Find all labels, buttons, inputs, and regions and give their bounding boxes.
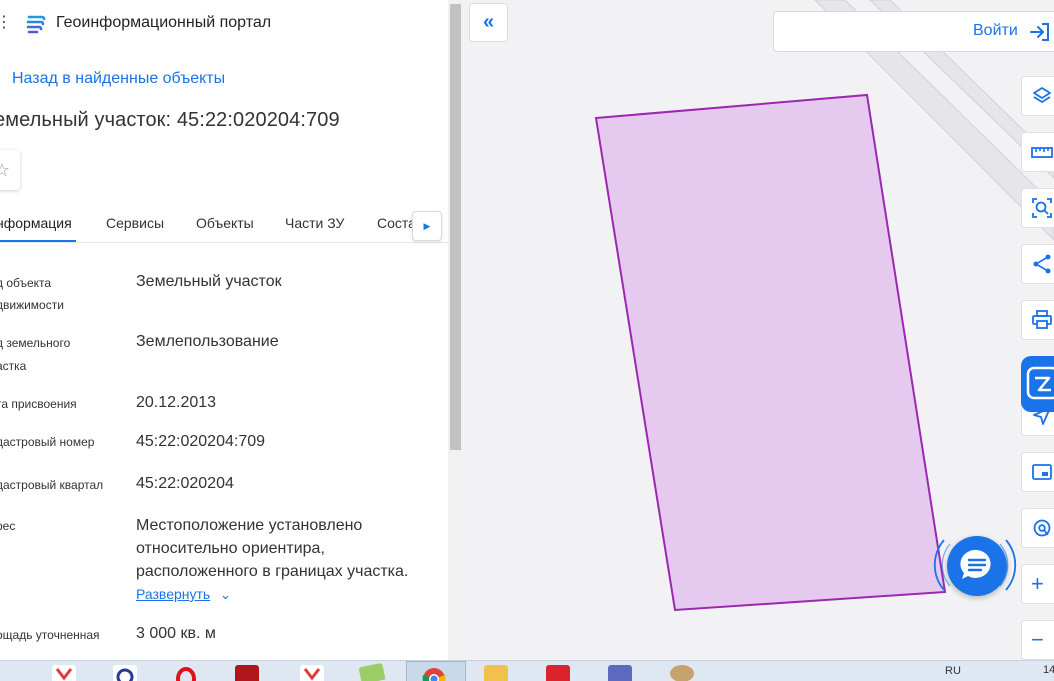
app-red-icon[interactable] <box>546 665 570 681</box>
panel-scrollbar-thumb[interactable] <box>450 4 461 450</box>
property-label: д земельного <box>0 336 71 350</box>
menu-icon[interactable]: ⋮ <box>0 12 12 32</box>
tab-information[interactable]: нформация <box>0 215 72 231</box>
calendar-icon[interactable] <box>608 665 632 681</box>
property-label: движимости <box>0 298 64 312</box>
pdf-reader-icon[interactable] <box>235 665 259 681</box>
property-value: 20.12.2013 <box>136 394 217 411</box>
tab-parcel-parts[interactable]: Части ЗУ <box>285 215 344 231</box>
folder-icon[interactable] <box>484 665 508 681</box>
zoom-out-icon: − <box>1031 627 1044 652</box>
property-value: расположенного в границах участка. <box>136 563 409 580</box>
zoom-in-icon: + <box>1031 571 1044 596</box>
object-title: емельный участок: 45:22:020204:709 <box>0 109 340 131</box>
zoom-in-button[interactable]: + <box>1021 564 1054 604</box>
property-label: дастровый номер <box>0 435 95 449</box>
select-area-button[interactable] <box>1021 188 1054 228</box>
paint-icon[interactable] <box>670 665 694 681</box>
property-label: рес <box>0 519 16 533</box>
chevron-right-icon: ▶ <box>423 220 431 231</box>
double-chevron-left-icon: « <box>482 11 495 33</box>
tabs-scroll-right-button[interactable]: ▶ <box>412 211 442 241</box>
property-value: 45:22:020204 <box>136 475 234 492</box>
login-label[interactable]: Войти <box>973 22 1018 40</box>
property-label: та присвоения <box>0 397 77 411</box>
chat-icon <box>960 549 991 579</box>
share-button[interactable] <box>1021 244 1054 284</box>
property-value: Землепользование <box>136 333 279 350</box>
opera-icon[interactable] <box>174 665 198 681</box>
property-value: Местоположение установлено <box>136 517 363 534</box>
tab-composition[interactable]: Соста <box>377 215 416 231</box>
yandex-browser-icon[interactable] <box>52 665 76 681</box>
collapse-panel-button[interactable]: « <box>469 3 508 42</box>
login-arrow-icon <box>1030 23 1049 41</box>
print-icon <box>1032 310 1052 329</box>
minimap-icon <box>1032 464 1052 480</box>
map-widget-icon <box>1026 366 1054 400</box>
tab-objects[interactable]: Объекты <box>196 215 254 231</box>
property-label: д объекта <box>0 276 52 290</box>
object-info-panel: ⋮ Геоинформационный портал Назад в найде… <box>0 0 463 660</box>
chevron-down-icon[interactable]: ⌄ <box>220 587 231 603</box>
language-indicator[interactable]: RU <box>945 665 961 677</box>
pkk-layer-button[interactable] <box>1021 356 1054 412</box>
panel-header: ⋮ Геоинформационный портал <box>0 0 448 48</box>
print-button[interactable] <box>1021 300 1054 340</box>
portal-logo-icon <box>26 15 46 34</box>
measure-button[interactable] <box>1021 132 1054 172</box>
layers-icon <box>1033 87 1051 103</box>
minimap-button[interactable] <box>1021 452 1054 492</box>
property-value: Земельный участок <box>136 273 282 290</box>
property-value: 3 000 кв. м <box>136 625 216 642</box>
back-to-results-link[interactable]: Назад в найденные объекты <box>12 70 225 88</box>
star-outline-icon: ☆ <box>0 160 10 181</box>
property-value: 45:22:020204:709 <box>136 433 266 450</box>
notes-icon[interactable] <box>358 662 386 681</box>
portal-title: Геоинформационный портал <box>56 14 272 31</box>
app-c-icon[interactable] <box>113 665 137 681</box>
share-icon <box>1033 254 1051 274</box>
info-tabs: нформация Сервисы Объекты Части ЗУ Соста <box>0 205 448 243</box>
location-icon <box>1033 519 1051 537</box>
select-area-icon <box>1032 198 1052 218</box>
land-parcel-polygon[interactable] <box>594 93 947 612</box>
expand-address-link[interactable]: Развернуть <box>136 586 210 602</box>
layers-button[interactable] <box>1021 76 1054 116</box>
zoom-out-button[interactable]: − <box>1021 620 1054 660</box>
active-tab-indicator <box>0 240 76 242</box>
chat-button[interactable] <box>947 536 1007 596</box>
chrome-icon[interactable] <box>422 665 446 681</box>
my-location-button[interactable] <box>1021 508 1054 548</box>
property-label: астка <box>0 359 27 373</box>
property-label: ощадь уточненная <box>0 628 100 642</box>
favorite-button[interactable]: ☆ <box>0 150 20 190</box>
property-value: относительно ориентира, <box>136 540 325 557</box>
tab-services[interactable]: Сервисы <box>106 215 164 231</box>
property-label: дастровый квартал <box>0 478 104 492</box>
yandex-icon[interactable] <box>300 665 324 681</box>
clock: 14 <box>1043 664 1054 676</box>
os-taskbar: RU 14 <box>0 660 1054 681</box>
ruler-icon <box>1031 147 1053 158</box>
